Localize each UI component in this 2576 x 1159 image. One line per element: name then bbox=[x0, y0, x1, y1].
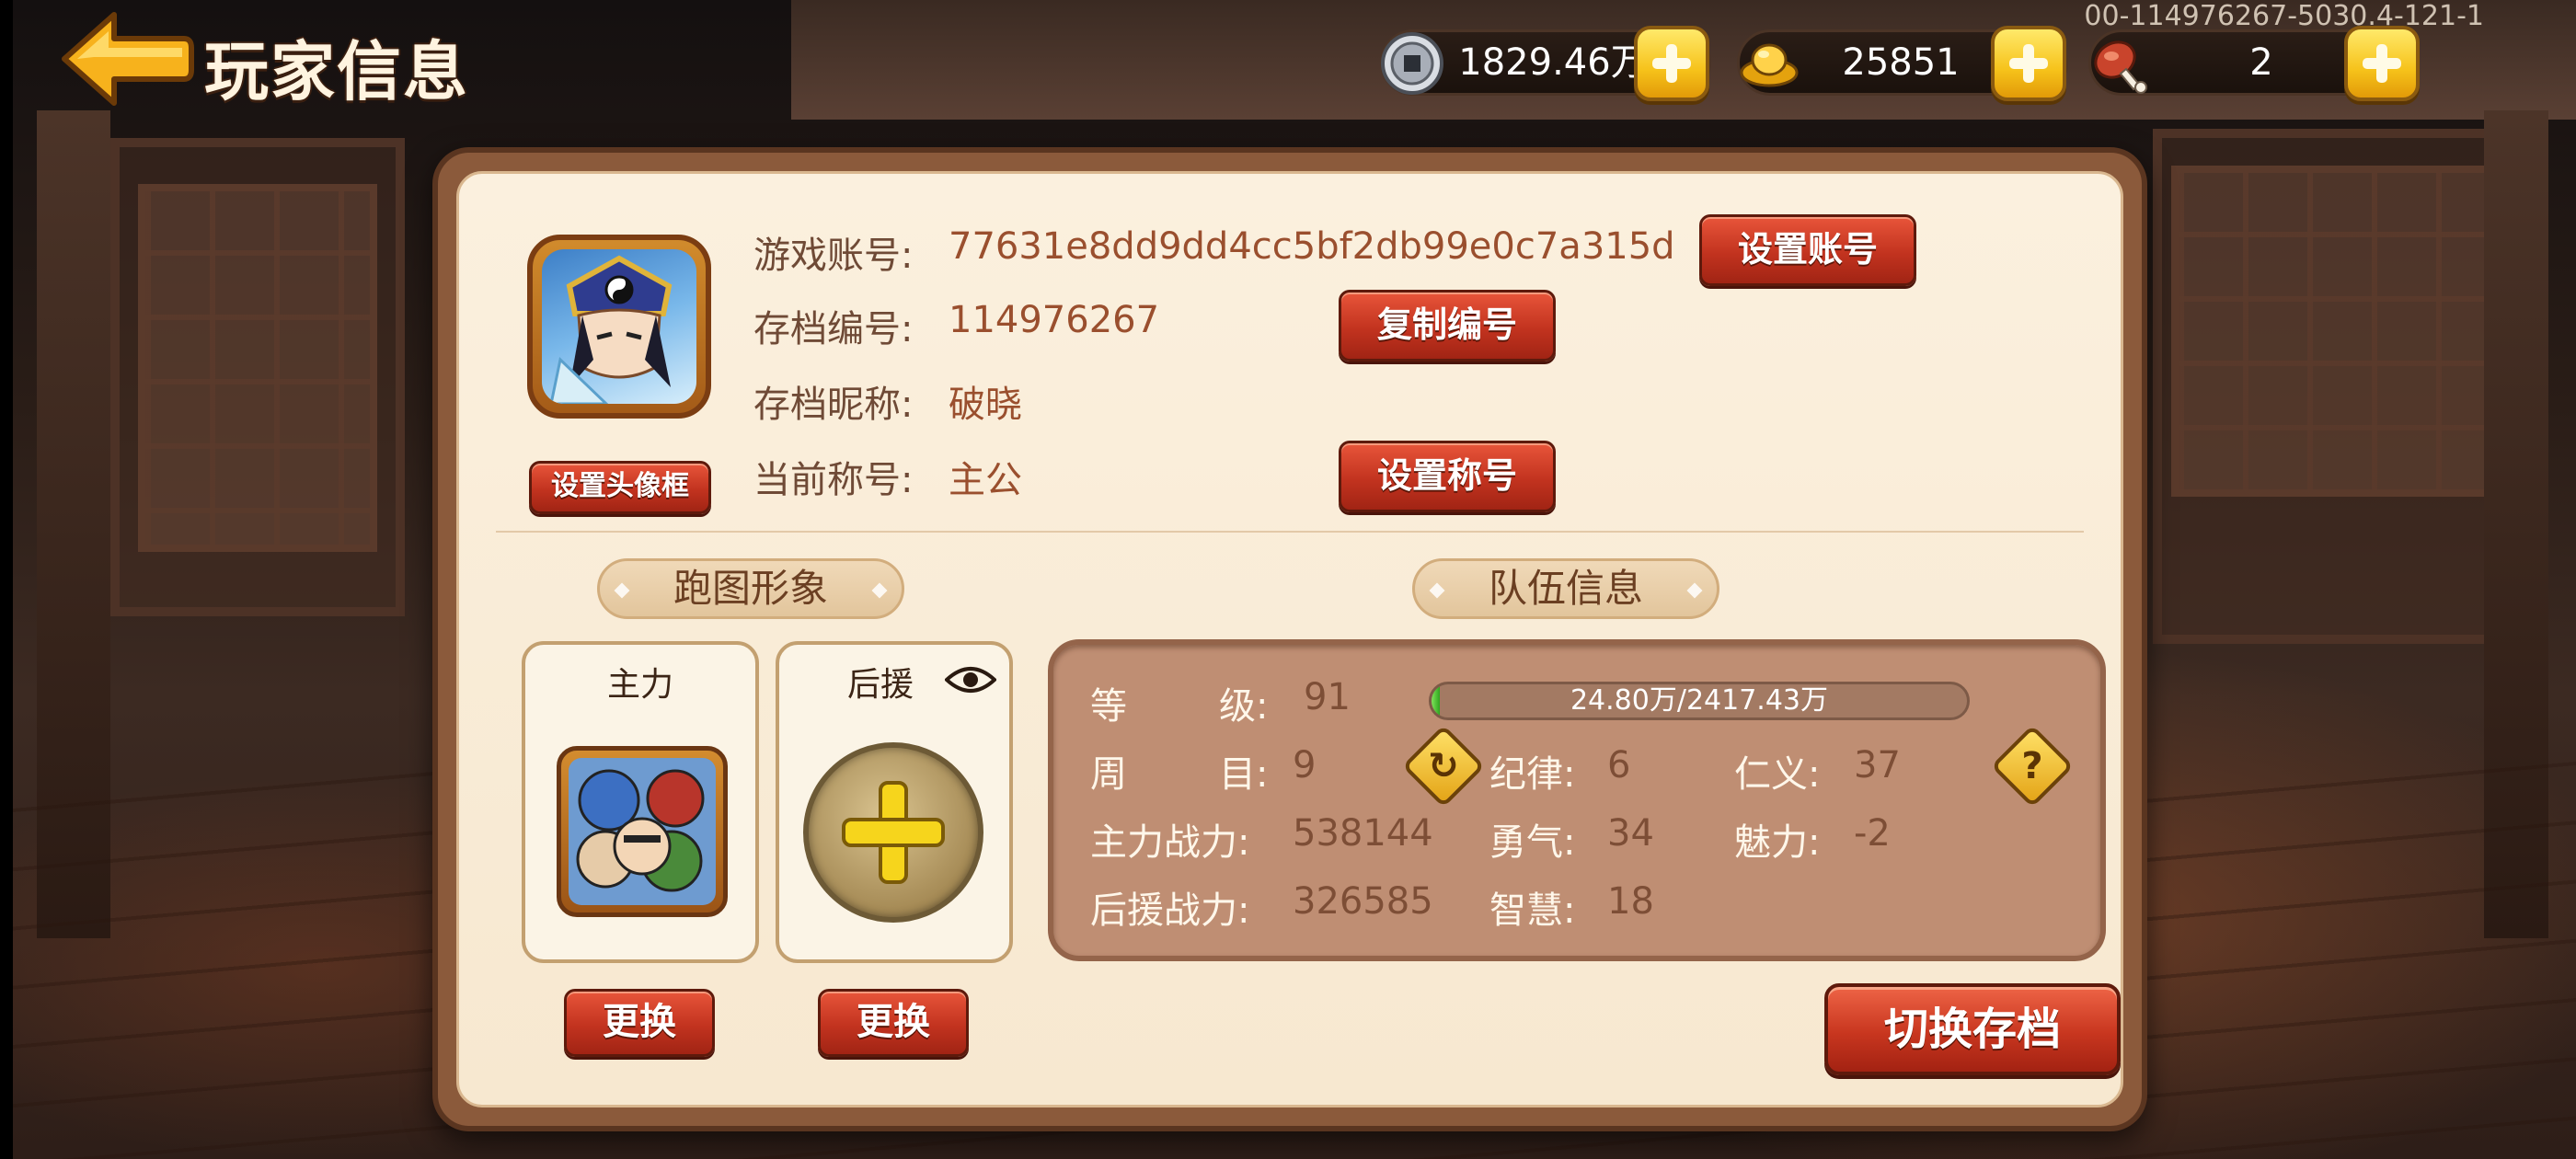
eye-icon[interactable] bbox=[945, 663, 996, 696]
discipline-value: 6 bbox=[1607, 744, 1631, 786]
meat-value: 2 bbox=[2249, 41, 2273, 84]
main-power-label: 主力战力: bbox=[1090, 821, 1250, 864]
back-arrow-icon bbox=[62, 12, 194, 106]
support-power-label: 后援战力: bbox=[1090, 889, 1250, 932]
level-label: 等级: bbox=[1090, 685, 1269, 728]
reset-cycle-button[interactable]: ↻ bbox=[1401, 724, 1486, 809]
player-info-card: 设置头像框 游戏账号: 77631e8dd9dd4cc5bf2db99e0c7a… bbox=[432, 147, 2147, 1131]
coin-value: 1829.46万 bbox=[1458, 41, 1648, 84]
back-button[interactable] bbox=[57, 7, 195, 110]
add-coins-button[interactable] bbox=[1634, 26, 1709, 101]
change-main-button[interactable]: 更换 bbox=[564, 989, 715, 1057]
version-text: 00-114976267-5030.4-121-1 bbox=[2084, 0, 2484, 32]
player-avatar[interactable] bbox=[527, 235, 711, 419]
charm-value: -2 bbox=[1854, 812, 1891, 855]
set-avatar-frame-button[interactable]: 设置头像框 bbox=[529, 461, 711, 514]
level-value: 91 bbox=[1304, 676, 1351, 718]
cycle-value: 9 bbox=[1293, 744, 1317, 786]
wisdom-value: 18 bbox=[1607, 880, 1654, 923]
add-support-button[interactable] bbox=[803, 742, 983, 923]
add-meat-button[interactable] bbox=[2344, 26, 2420, 101]
courage-label: 勇气: bbox=[1489, 821, 1576, 864]
page-title: 玩家信息 bbox=[204, 34, 469, 109]
title-label: 当前称号: bbox=[753, 459, 914, 501]
account-value: 77631e8dd9dd4cc5bf2db99e0c7a315d bbox=[949, 225, 1675, 268]
stats-help-button[interactable]: ? bbox=[1990, 724, 2075, 809]
copy-id-button[interactable]: 复制编号 bbox=[1339, 290, 1556, 361]
support-character-slot[interactable]: 后援 bbox=[776, 641, 1013, 963]
nickname-value: 破晓 bbox=[949, 384, 1022, 426]
main-team-portrait bbox=[557, 746, 728, 917]
main-character-slot[interactable]: 主力 bbox=[522, 641, 759, 963]
set-title-button[interactable]: 设置称号 bbox=[1339, 441, 1556, 512]
main-slot-title: 主力 bbox=[606, 666, 673, 704]
save-id-value: 114976267 bbox=[949, 299, 1160, 341]
nickname-label: 存档昵称: bbox=[753, 384, 914, 426]
switch-save-button[interactable]: 切换存档 bbox=[1824, 983, 2121, 1075]
meat-leg-icon bbox=[2094, 40, 2147, 94]
save-id-label: 存档编号: bbox=[753, 308, 914, 350]
copper-coin-icon bbox=[1381, 32, 1443, 95]
gold-value: 25851 bbox=[1842, 41, 1960, 84]
courage-value: 34 bbox=[1607, 812, 1654, 855]
team-info-heading: 队伍信息 bbox=[1412, 558, 1719, 619]
benevolence-value: 37 bbox=[1854, 744, 1901, 786]
charm-label: 魅力: bbox=[1734, 821, 1821, 864]
card-content: 设置头像框 游戏账号: 77631e8dd9dd4cc5bf2db99e0c7a… bbox=[456, 171, 2123, 1107]
set-account-button[interactable]: 设置账号 bbox=[1699, 214, 1916, 286]
question-icon: ? bbox=[2021, 745, 2043, 787]
add-gold-button[interactable] bbox=[1991, 26, 2066, 101]
exp-progress-bar: 24.80万/2417.43万 bbox=[1429, 682, 1970, 720]
team-info-panel: 等级: 91 24.80万/2417.43万 周目: 9 ↻ 纪律: 6 仁义:… bbox=[1048, 639, 2106, 961]
title-value: 主公 bbox=[949, 459, 1022, 501]
discipline-label: 纪律: bbox=[1489, 753, 1576, 796]
change-support-button[interactable]: 更换 bbox=[818, 989, 969, 1057]
plus-icon bbox=[842, 781, 945, 884]
exp-progress-text: 24.80万/2417.43万 bbox=[1570, 684, 1829, 717]
account-label: 游戏账号: bbox=[753, 235, 914, 277]
main-power-value: 538144 bbox=[1293, 812, 1433, 855]
section-divider bbox=[496, 531, 2084, 533]
map-look-heading: 跑图形象 bbox=[597, 558, 904, 619]
support-power-value: 326585 bbox=[1293, 880, 1433, 923]
wisdom-label: 智慧: bbox=[1489, 889, 1576, 932]
gold-ingot-icon bbox=[1740, 43, 1799, 87]
cycle-label: 周目: bbox=[1090, 753, 1269, 796]
refresh-icon: ↻ bbox=[1428, 745, 1459, 787]
avatar-portrait bbox=[542, 249, 696, 404]
benevolence-label: 仁义: bbox=[1734, 753, 1821, 796]
